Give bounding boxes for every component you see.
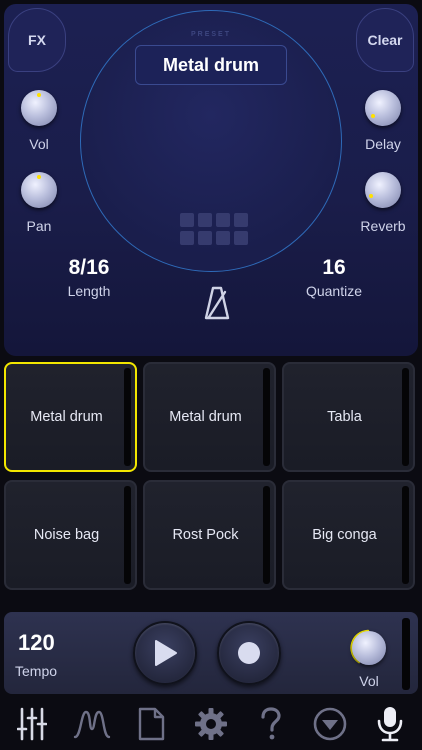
help-question-icon[interactable] — [249, 702, 293, 746]
pad-1[interactable]: Metal drum — [4, 362, 137, 472]
pad-grid: Metal drum Metal drum Tabla Noise bag Ro… — [4, 362, 418, 592]
pad-label: Metal drum — [169, 409, 242, 425]
pad-2[interactable]: Metal drum — [143, 362, 276, 472]
reverb-knob[interactable] — [365, 172, 401, 208]
pad-label: Tabla — [327, 409, 362, 425]
preset-circle[interactable]: PRESET Metal drum — [80, 10, 342, 272]
pad-label: Rost Pock — [172, 527, 239, 543]
length-value: 8/16 — [68, 256, 110, 279]
vol-knob[interactable] — [21, 90, 57, 126]
metronome-icon[interactable] — [204, 286, 230, 320]
pan-knob-control: Pan — [4, 172, 74, 234]
play-button[interactable] — [133, 621, 197, 685]
master-vol-control: Vol — [344, 628, 394, 689]
pad-level-meter — [263, 368, 270, 466]
quantize-value: 16 — [322, 256, 346, 279]
master-level-meter — [402, 618, 410, 690]
pad-label: Big conga — [312, 527, 377, 543]
bottom-toolbar — [0, 698, 422, 750]
pad-level-meter — [124, 368, 131, 466]
length-label: Length — [67, 283, 111, 299]
reverb-knob-control: Reverb — [348, 172, 418, 234]
pan-knob-label: Pan — [26, 218, 52, 234]
preset-name-button[interactable]: Metal drum — [135, 45, 287, 85]
tempo-label: Tempo — [15, 663, 58, 679]
quantize-control[interactable]: 16 Quantize — [279, 256, 389, 299]
pad-label: Noise bag — [33, 527, 100, 543]
master-vol-knob[interactable] — [349, 628, 389, 668]
sound-panel: FX Clear PRESET Metal drum Vol Pan Delay… — [4, 4, 418, 356]
pad-5[interactable]: Rost Pock — [143, 480, 276, 590]
record-icon — [238, 642, 260, 664]
pad-level-meter — [402, 486, 409, 584]
length-control[interactable]: 8/16 Length — [34, 256, 144, 299]
pad-4[interactable]: Noise bag — [4, 480, 137, 590]
pan-knob[interactable] — [21, 172, 57, 208]
pad-level-meter — [402, 368, 409, 466]
dropdown-circle-icon[interactable] — [308, 702, 352, 746]
reverb-knob-label: Reverb — [360, 218, 406, 234]
settings-gear-icon[interactable] — [189, 702, 233, 746]
record-button[interactable] — [217, 621, 281, 685]
transport-bar: 120 Tempo Vol — [4, 612, 418, 694]
microphone-icon[interactable] — [368, 702, 412, 746]
vol-knob-label: Vol — [29, 136, 49, 152]
mixer-sliders-icon[interactable] — [10, 702, 54, 746]
play-icon — [155, 640, 177, 666]
app-root: FX Clear PRESET Metal drum Vol Pan Delay… — [0, 0, 422, 750]
vol-knob-control: Vol — [4, 90, 74, 152]
pad-3[interactable]: Tabla — [282, 362, 415, 472]
master-vol-label: Vol — [359, 673, 379, 689]
preset-caption: PRESET — [190, 31, 231, 38]
fx-button[interactable]: FX — [8, 8, 66, 72]
pad-label: Metal drum — [30, 409, 103, 425]
delay-knob-control: Delay — [348, 90, 418, 152]
pad-level-meter — [124, 486, 131, 584]
quantize-label: Quantize — [305, 283, 363, 299]
delay-knob-label: Delay — [365, 136, 401, 152]
tempo-value[interactable]: 120 — [18, 630, 55, 656]
clear-button[interactable]: Clear — [356, 8, 414, 72]
delay-knob[interactable] — [365, 90, 401, 126]
pad-level-meter — [263, 486, 270, 584]
pattern-grid-icon[interactable] — [180, 213, 248, 247]
file-icon[interactable] — [129, 702, 173, 746]
pad-6[interactable]: Big conga — [282, 480, 415, 590]
envelope-wave-icon[interactable] — [70, 702, 114, 746]
